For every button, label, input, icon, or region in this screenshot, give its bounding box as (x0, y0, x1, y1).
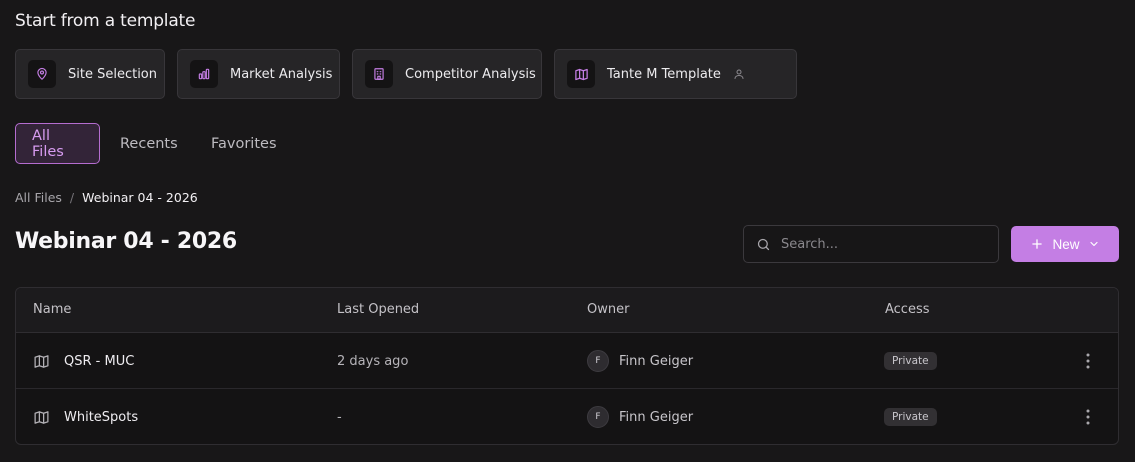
tab-recents[interactable]: Recents (104, 123, 194, 164)
search-input[interactable] (781, 236, 981, 252)
map-icon (567, 60, 595, 88)
access-badge: Private (884, 352, 937, 370)
table-row[interactable]: QSR - MUC 2 days ago F Finn Geiger Priva… (16, 333, 1118, 389)
tab-favorites[interactable]: Favorites (195, 123, 293, 164)
table-row[interactable]: WhiteSpots - F Finn Geiger Private (16, 389, 1118, 444)
page-title: Webinar 04 - 2026 (15, 229, 237, 254)
owner-cell: F Finn Geiger (587, 389, 694, 444)
plus-icon (1030, 237, 1044, 251)
map-pin-icon (28, 60, 56, 88)
chevron-down-icon (1088, 238, 1100, 250)
map-icon (33, 409, 50, 426)
column-header-name[interactable]: Name (33, 302, 71, 317)
last-opened-cell: - (337, 409, 342, 425)
template-label: Competitor Analysis (405, 66, 536, 82)
file-name[interactable]: QSR - MUC (64, 354, 134, 369)
template-label: Site Selection (68, 66, 158, 82)
file-name[interactable]: WhiteSpots (64, 410, 138, 425)
column-header-access[interactable]: Access (885, 302, 930, 317)
bar-chart-icon (190, 60, 218, 88)
owner-name: Finn Geiger (619, 409, 694, 425)
access-badge: Private (884, 408, 937, 426)
file-name-cell: QSR - MUC (33, 333, 134, 389)
avatar: F (587, 406, 609, 428)
new-button[interactable]: New (1011, 226, 1119, 262)
map-icon (33, 353, 50, 370)
access-cell: Private (884, 389, 937, 444)
template-label: Tante M Template (607, 66, 721, 82)
last-opened-cell: 2 days ago (337, 353, 409, 369)
avatar: F (587, 350, 609, 372)
search-box[interactable] (743, 225, 999, 263)
breadcrumb-current: Webinar 04 - 2026 (82, 190, 198, 205)
owner-cell: F Finn Geiger (587, 333, 693, 389)
owner-name: Finn Geiger (619, 353, 694, 369)
more-options-icon[interactable] (1080, 389, 1096, 444)
column-header-owner[interactable]: Owner (587, 302, 629, 317)
template-card-competitor-analysis[interactable]: Competitor Analysis (352, 49, 542, 99)
template-label: Market Analysis (230, 66, 333, 82)
column-header-last-opened[interactable]: Last Opened (337, 302, 419, 317)
files-table: Name Last Opened Owner Access QSR - MUC … (15, 287, 1119, 445)
breadcrumb-root-link[interactable]: All Files (15, 190, 62, 205)
building-icon (365, 60, 393, 88)
new-button-label: New (1052, 236, 1080, 252)
file-name-cell: WhiteSpots (33, 389, 138, 444)
table-header: Name Last Opened Owner Access (16, 288, 1118, 333)
search-icon (756, 237, 771, 252)
more-options-icon[interactable] (1080, 333, 1096, 389)
template-card-market-analysis[interactable]: Market Analysis (177, 49, 340, 99)
user-icon (733, 68, 745, 80)
templates-section-title: Start from a template (15, 11, 196, 31)
template-card-tante-m-template[interactable]: Tante M Template (554, 49, 797, 99)
template-card-site-selection[interactable]: Site Selection (15, 49, 165, 99)
breadcrumb-separator: / (69, 190, 75, 205)
tab-all-files[interactable]: All Files (15, 123, 100, 164)
breadcrumb: All Files / Webinar 04 - 2026 (15, 190, 198, 205)
access-cell: Private (884, 333, 937, 389)
